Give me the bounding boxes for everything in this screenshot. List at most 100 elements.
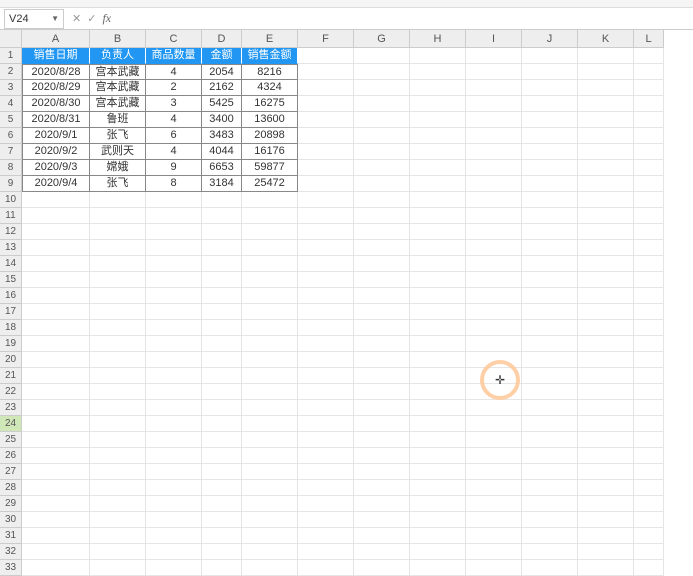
cell[interactable] — [146, 320, 202, 336]
cell[interactable] — [410, 528, 466, 544]
cell[interactable] — [22, 256, 90, 272]
cell[interactable] — [146, 192, 202, 208]
cell[interactable] — [90, 304, 146, 320]
cell[interactable] — [578, 416, 634, 432]
cell[interactable] — [242, 560, 298, 576]
cell[interactable] — [146, 496, 202, 512]
cell[interactable] — [578, 304, 634, 320]
cell[interactable] — [410, 96, 466, 112]
cell[interactable] — [634, 208, 664, 224]
cell[interactable] — [22, 560, 90, 576]
cell[interactable] — [202, 480, 242, 496]
cell[interactable] — [354, 176, 410, 192]
table-cell[interactable]: 4 — [146, 64, 202, 80]
cell[interactable] — [146, 416, 202, 432]
cell[interactable] — [578, 480, 634, 496]
cell[interactable] — [578, 352, 634, 368]
row-header-31[interactable]: 31 — [0, 528, 22, 544]
table-cell[interactable]: 嫦娥 — [90, 160, 146, 176]
cell[interactable] — [22, 480, 90, 496]
table-cell[interactable]: 3483 — [202, 128, 242, 144]
cell[interactable] — [242, 208, 298, 224]
cell[interactable] — [298, 320, 354, 336]
cell[interactable] — [522, 240, 578, 256]
select-all-corner[interactable] — [0, 30, 22, 48]
cell[interactable] — [146, 560, 202, 576]
cell[interactable] — [22, 544, 90, 560]
cancel-formula-icon[interactable]: ✕ — [72, 12, 81, 25]
cell[interactable] — [578, 64, 634, 80]
cell[interactable] — [90, 464, 146, 480]
cell[interactable] — [466, 320, 522, 336]
cell[interactable] — [242, 416, 298, 432]
col-header-I[interactable]: I — [466, 30, 522, 48]
cell[interactable] — [298, 128, 354, 144]
cell[interactable] — [90, 352, 146, 368]
cell[interactable] — [354, 336, 410, 352]
cell[interactable] — [22, 320, 90, 336]
cell[interactable] — [634, 384, 664, 400]
cell[interactable] — [90, 272, 146, 288]
cell[interactable] — [298, 272, 354, 288]
table-cell[interactable]: 2020/8/30 — [22, 96, 90, 112]
cell[interactable] — [298, 288, 354, 304]
cell[interactable] — [242, 192, 298, 208]
cell[interactable] — [634, 368, 664, 384]
cell[interactable] — [466, 160, 522, 176]
cell[interactable] — [22, 432, 90, 448]
cell[interactable] — [22, 416, 90, 432]
cell[interactable] — [466, 544, 522, 560]
cell[interactable] — [634, 240, 664, 256]
cell[interactable] — [298, 176, 354, 192]
row-header-23[interactable]: 23 — [0, 400, 22, 416]
cell[interactable] — [466, 96, 522, 112]
cell[interactable] — [242, 272, 298, 288]
cell[interactable] — [354, 320, 410, 336]
cell[interactable] — [298, 368, 354, 384]
cell[interactable] — [634, 288, 664, 304]
cell[interactable] — [466, 48, 522, 64]
cell[interactable] — [202, 240, 242, 256]
cell[interactable] — [522, 336, 578, 352]
cell[interactable] — [90, 288, 146, 304]
cell[interactable] — [634, 544, 664, 560]
cell[interactable] — [298, 208, 354, 224]
cell[interactable] — [354, 208, 410, 224]
cell[interactable] — [410, 256, 466, 272]
cell[interactable] — [242, 320, 298, 336]
cell[interactable] — [354, 560, 410, 576]
cell[interactable] — [410, 384, 466, 400]
cell[interactable] — [354, 80, 410, 96]
cell[interactable] — [146, 480, 202, 496]
cell[interactable] — [634, 96, 664, 112]
cell[interactable] — [354, 128, 410, 144]
cell[interactable] — [522, 544, 578, 560]
cell[interactable] — [22, 288, 90, 304]
row-header-26[interactable]: 26 — [0, 448, 22, 464]
cell[interactable] — [578, 528, 634, 544]
row-header-7[interactable]: 7 — [0, 144, 22, 160]
cell[interactable] — [90, 320, 146, 336]
cell[interactable] — [634, 416, 664, 432]
cell[interactable] — [466, 352, 522, 368]
row-header-9[interactable]: 9 — [0, 176, 22, 192]
cell[interactable] — [90, 208, 146, 224]
cell[interactable] — [522, 128, 578, 144]
row-header-13[interactable]: 13 — [0, 240, 22, 256]
cell[interactable] — [634, 496, 664, 512]
cell[interactable] — [466, 496, 522, 512]
cell[interactable] — [578, 176, 634, 192]
cell[interactable] — [354, 144, 410, 160]
cell[interactable] — [466, 224, 522, 240]
cell[interactable] — [146, 208, 202, 224]
col-header-K[interactable]: K — [578, 30, 634, 48]
cell[interactable] — [22, 496, 90, 512]
cell[interactable] — [466, 112, 522, 128]
cell[interactable] — [466, 336, 522, 352]
table-cell[interactable]: 2054 — [202, 64, 242, 80]
row-header-25[interactable]: 25 — [0, 432, 22, 448]
cell[interactable] — [146, 544, 202, 560]
table-cell[interactable]: 宫本武藏 — [90, 96, 146, 112]
cell[interactable] — [578, 400, 634, 416]
cell[interactable] — [242, 352, 298, 368]
